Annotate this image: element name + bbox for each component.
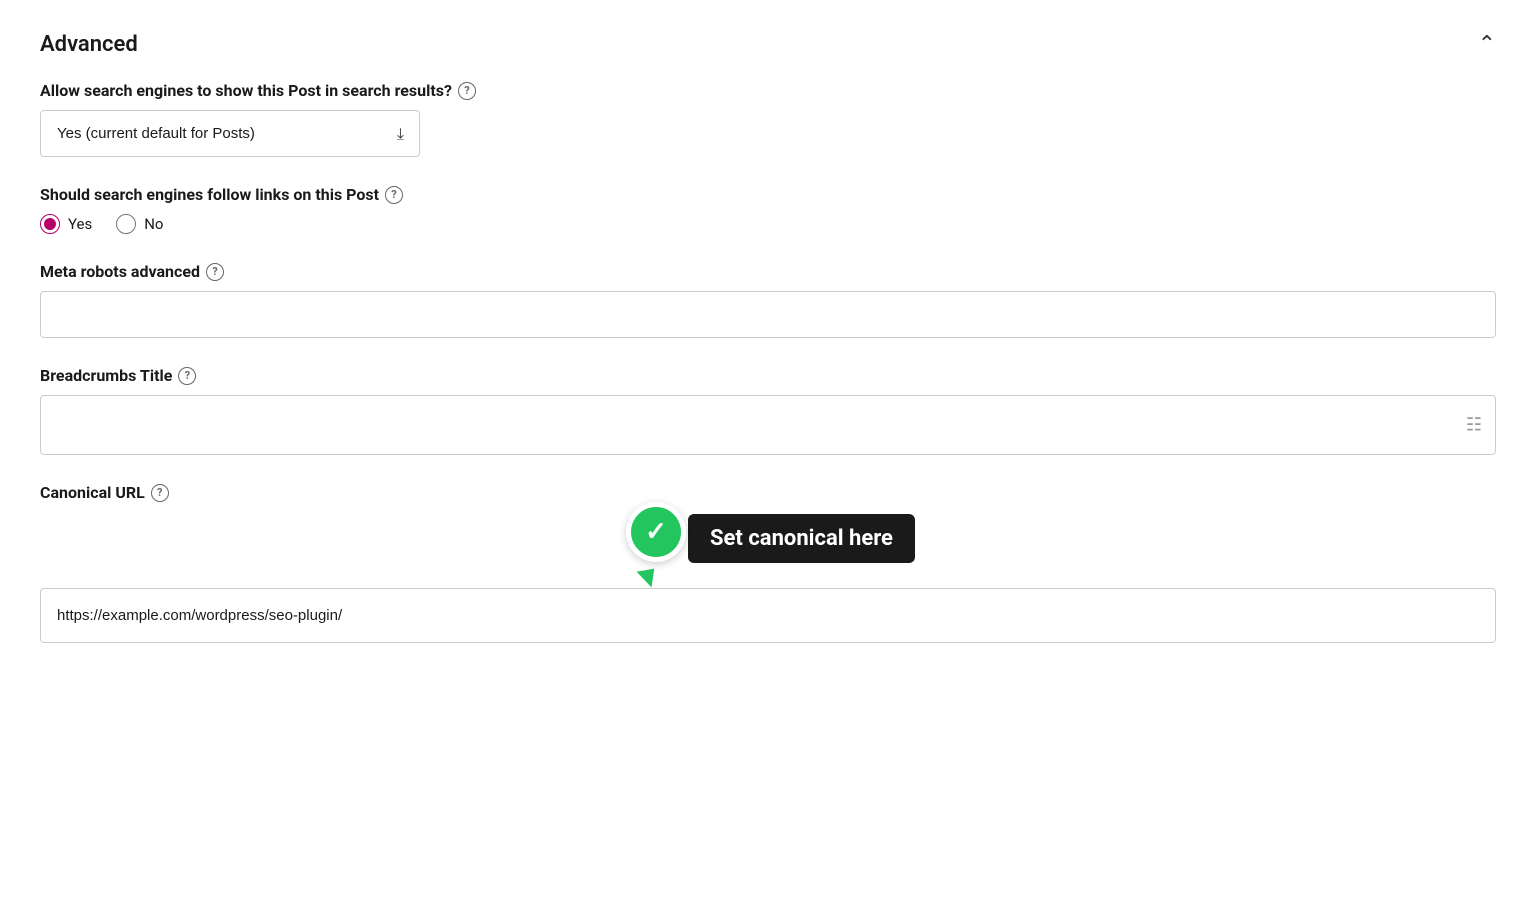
canonical-tooltip-bubble: Set canonical here [688,514,915,563]
breadcrumbs-title-field: Breadcrumbs Title ? ☷ [40,366,1496,455]
follow-links-yes-radio[interactable] [40,214,60,234]
search-visibility-select-wrapper: Yes (current default for Posts) No ⤓ [40,110,420,157]
search-visibility-label: Allow search engines to show this Post i… [40,81,1496,100]
follow-links-no-label: No [144,215,163,233]
canonical-tooltip-group: ✓ Set canonical here [620,502,915,574]
pointer-circle: ✓ [626,502,686,562]
collapse-icon[interactable]: ⌃ [1478,32,1496,57]
advanced-section-header: Advanced ⌃ [40,32,1496,57]
pointer-icon: ✓ [620,502,692,574]
follow-links-radio-group: Yes No [40,214,1496,234]
canonical-url-field: Canonical URL ? ✓ Set canonical here [40,483,1496,643]
canonical-url-wrapper [40,588,1496,643]
follow-links-yes-label: Yes [68,215,92,233]
search-visibility-field: Allow search engines to show this Post i… [40,81,1496,157]
breadcrumbs-title-label: Breadcrumbs Title ? [40,366,1496,385]
search-visibility-help-icon[interactable]: ? [458,82,476,100]
canonical-url-help-icon[interactable]: ? [151,484,169,502]
canonical-url-label: Canonical URL ? [40,483,1496,502]
follow-links-help-icon[interactable]: ? [385,186,403,204]
canonical-url-input[interactable] [40,588,1496,643]
search-visibility-select[interactable]: Yes (current default for Posts) No [40,110,420,157]
follow-links-field: Should search engines follow links on th… [40,185,1496,234]
follow-links-no-radio[interactable] [116,214,136,234]
meta-robots-field: Meta robots advanced ? [40,262,1496,338]
follow-links-no-option[interactable]: No [116,214,163,234]
breadcrumbs-list-icon: ☷ [1466,415,1482,436]
follow-links-yes-option[interactable]: Yes [40,214,92,234]
meta-robots-label: Meta robots advanced ? [40,262,1496,281]
meta-robots-input[interactable] [40,291,1496,338]
follow-links-label: Should search engines follow links on th… [40,185,1496,204]
breadcrumbs-title-input[interactable] [40,395,1496,455]
pointer-tail [637,569,658,590]
section-title: Advanced [40,32,138,57]
meta-robots-help-icon[interactable]: ? [206,263,224,281]
breadcrumbs-title-help-icon[interactable]: ? [178,367,196,385]
breadcrumbs-title-wrapper: ☷ [40,395,1496,455]
checkmark-icon: ✓ [645,519,667,545]
